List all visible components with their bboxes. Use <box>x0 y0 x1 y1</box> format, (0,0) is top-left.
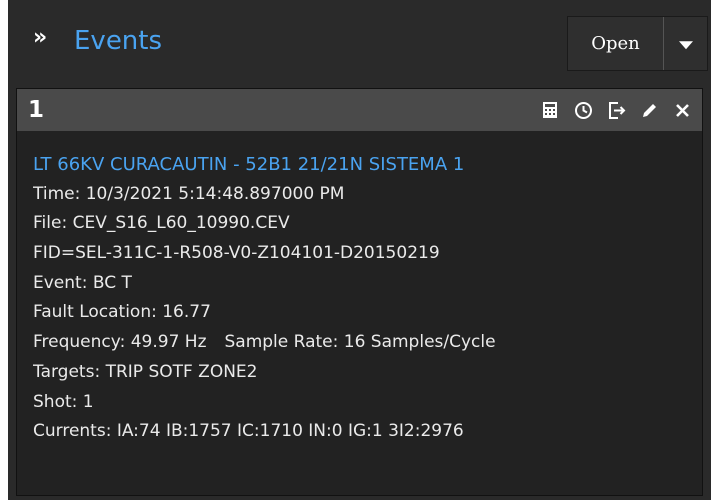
open-dropdown-button[interactable] <box>664 17 707 70</box>
event-fault-location: Fault Location: 16.77 <box>33 302 211 323</box>
export-icon[interactable] <box>604 98 628 122</box>
event-card: 1 LT 66KV CURACAUTIN - 52B1 21/21N SISTE… <box>16 88 703 496</box>
event-frequency-row: Frequency: 49.97 Hz Sample Rate: 16 Sampl… <box>33 328 693 358</box>
event-time: Time: 10/3/2021 5:14:48.897000 PM <box>33 183 345 204</box>
event-sample-rate: Sample Rate: 16 Samples/Cycle <box>224 332 496 353</box>
panel-header: » Events Open <box>8 0 711 88</box>
expand-chevron-icon[interactable]: » <box>33 22 61 54</box>
calculator-icon[interactable] <box>538 98 562 122</box>
event-number: 1 <box>28 97 45 123</box>
event-name-link[interactable]: LT 66KV CURACAUTIN - 52B1 21/21N SISTEMA… <box>33 150 693 180</box>
open-button[interactable]: Open <box>568 17 664 70</box>
clock-icon[interactable] <box>571 98 595 122</box>
event-targets: Targets: TRIP SOTF ZONE2 <box>33 361 258 382</box>
open-split-button: Open <box>567 16 708 71</box>
events-panel: » Events Open 1 LT 66KV CURACAUTIN - 52B… <box>8 0 711 500</box>
chevron-down-icon <box>678 40 693 49</box>
event-frequency: Frequency: 49.97 Hz <box>33 332 207 353</box>
event-details: LT 66KV CURACAUTIN - 52B1 21/21N SISTEMA… <box>33 150 693 447</box>
close-icon[interactable] <box>670 98 694 122</box>
event-card-header: 1 <box>17 89 702 131</box>
event-currents: Currents: IA:74 IB:1757 IC:1710 IN:0 IG:… <box>33 421 464 442</box>
event-shot: Shot: 1 <box>33 391 94 412</box>
event-type: Event: BC T <box>33 272 132 293</box>
panel-title: Events <box>74 26 163 56</box>
event-fid: FID=SEL-311C-1-R508-V0-Z104101-D20150219 <box>33 243 440 264</box>
pencil-icon[interactable] <box>637 98 661 122</box>
event-toolbar <box>529 96 694 124</box>
event-file: File: CEV_S16_L60_10990.CEV <box>33 213 290 234</box>
